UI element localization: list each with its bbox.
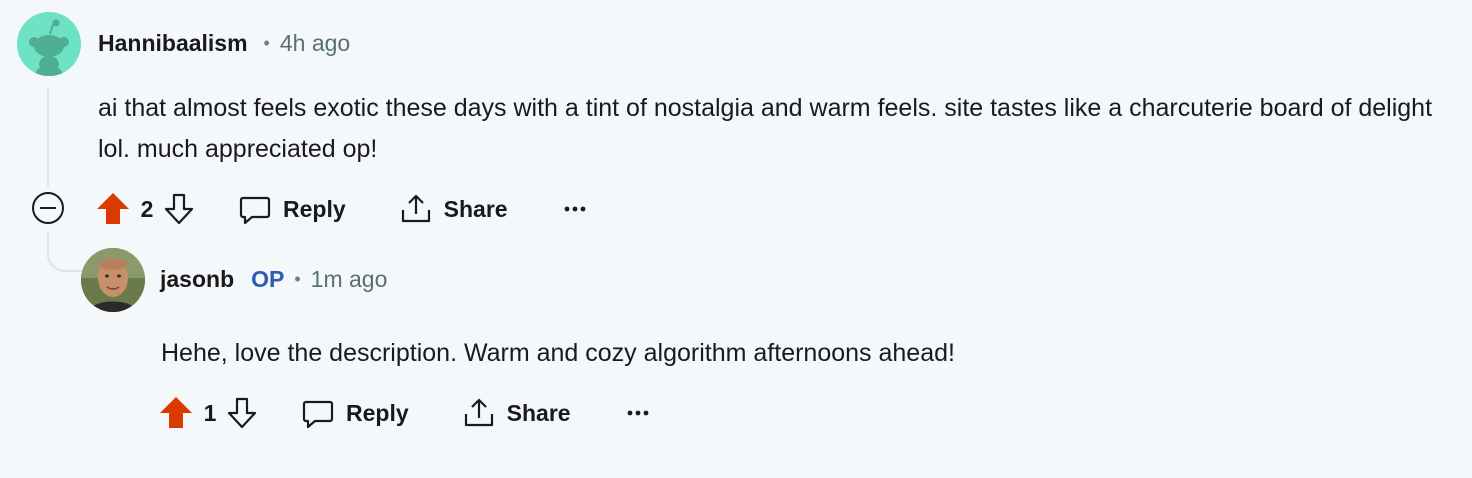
user-photo-avatar [81,248,145,312]
more-options-button[interactable] [627,410,649,416]
upvote-filled-icon [160,397,192,428]
vote-score: 2 [140,195,154,222]
collapse-button[interactable] [32,192,64,224]
reply-actions: 1 Reply Share [158,393,649,433]
meta-separator: • [263,33,270,53]
reply-author[interactable]: jasonb [160,266,234,293]
meta-separator: • [294,269,301,289]
comment-actions: 2 Reply Share [95,189,586,229]
avatar[interactable] [81,248,145,312]
reply-timestamp[interactable]: 1m ago [311,266,388,293]
share-button[interactable]: Share [463,397,571,429]
reply-body: Hehe, love the description. Warm and coz… [161,339,955,367]
thread-line[interactable] [47,88,49,186]
reply-label: Reply [283,195,346,222]
share-icon [401,194,430,223]
thread-branch-line [47,232,85,272]
snoo-avatar-icon [17,12,81,76]
comment-timestamp[interactable]: 4h ago [280,30,350,57]
comment-bubble-icon [239,196,271,225]
upvote-button[interactable] [95,192,131,226]
reply-meta: jasonb OP • 1m ago [160,266,387,293]
downvote-icon [227,397,257,429]
collapse-minus-icon [40,207,56,209]
share-button[interactable]: Share [400,193,508,225]
share-label: Share [443,195,508,222]
avatar[interactable] [17,12,81,76]
downvote-icon [164,193,194,225]
comment-author[interactable]: Hannibaalism [98,30,248,57]
comment-bubble-icon [302,400,334,429]
upvote-filled-icon [97,193,129,224]
comment-meta: Hannibaalism • 4h ago [98,30,350,57]
vote-score: 1 [203,399,217,426]
reply-button[interactable]: Reply [302,397,409,429]
downvote-button[interactable] [226,396,258,430]
share-icon [464,398,493,427]
more-dots-icon [564,206,585,212]
downvote-button[interactable] [163,192,195,226]
comment-body: ai that almost feels exotic these days w… [98,94,1433,163]
share-label: Share [506,399,571,426]
comment-thread: Hannibaalism • 4h ago ai that almost fee… [0,0,1472,478]
op-badge: OP [251,266,285,292]
more-dots-icon [627,410,648,416]
reply-button[interactable]: Reply [239,193,346,225]
reply-label: Reply [346,399,409,426]
upvote-button[interactable] [158,396,194,430]
more-options-button[interactable] [564,206,586,212]
